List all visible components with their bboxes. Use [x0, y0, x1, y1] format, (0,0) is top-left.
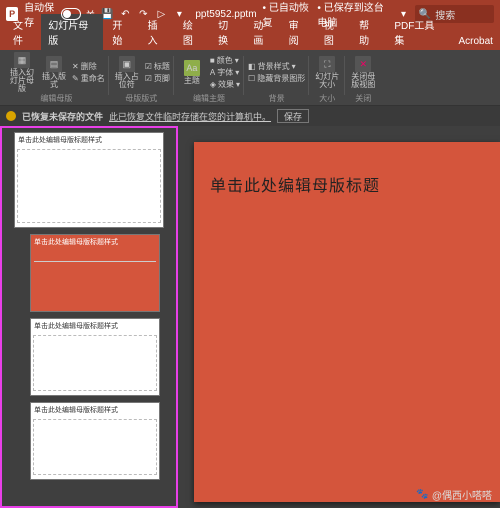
- paw-icon: 🐾: [416, 489, 428, 500]
- title-checkbox[interactable]: ☑标题: [145, 61, 170, 72]
- tab-insert[interactable]: 插入: [141, 14, 174, 50]
- insert-placeholder-button[interactable]: ▣ 插入占位符: [113, 56, 141, 89]
- layout-thumbnail-3[interactable]: 单击此处编辑母版标题样式: [30, 402, 160, 480]
- rename-button[interactable]: ✎重命名: [72, 73, 105, 84]
- recovery-message: 此已恢复文件临时存储在您的计算机中。: [109, 110, 271, 123]
- recovery-bar: 已恢复未保存的文件 此已恢复文件临时存储在您的计算机中。 保存: [0, 106, 500, 126]
- group-size: ⛶ 幻灯片大小 大小: [309, 52, 345, 105]
- tab-acrobat[interactable]: Acrobat: [452, 33, 500, 50]
- fonts-dropdown[interactable]: A字体 ▾: [210, 67, 240, 78]
- checkbox-icon: ☑: [145, 62, 152, 71]
- placeholder-icon: ▣: [119, 56, 135, 72]
- tab-review[interactable]: 审阅: [282, 14, 315, 50]
- footers-checkbox[interactable]: ☑页脚: [145, 73, 170, 84]
- slide-size-button[interactable]: ⛶ 幻灯片大小: [313, 56, 341, 89]
- tab-help[interactable]: 帮助: [352, 14, 385, 50]
- slide-title-placeholder[interactable]: 单击此处编辑母版标题: [210, 172, 484, 196]
- hide-bg-checkbox[interactable]: ☐隐藏背景图形: [248, 73, 305, 84]
- rename-icon: ✎: [72, 74, 79, 83]
- bg-styles-dropdown[interactable]: ◧背景样式 ▾: [248, 61, 305, 72]
- toggle-off-icon: [61, 8, 81, 20]
- watermark: 🐾 @偶西小嗒嗒: [416, 487, 492, 502]
- close-master-button[interactable]: ✕ 关闭母版视图: [349, 56, 377, 89]
- recovery-title: 已恢复未保存的文件: [22, 110, 103, 123]
- delete-button[interactable]: ✕删除: [72, 61, 105, 72]
- thumbnail-pane[interactable]: 单击此处编辑母版标题样式 单击此处编辑母版标题样式 单击此处编辑母版标题样式 单…: [0, 126, 178, 508]
- master-thumbnail[interactable]: 单击此处编辑母版标题样式: [14, 132, 164, 228]
- fonts-icon: A: [210, 68, 215, 77]
- thumb-placeholder: [33, 335, 157, 391]
- tab-file[interactable]: 文件: [6, 14, 39, 50]
- insert-layout-icon: ▤: [46, 56, 62, 72]
- thumb-placeholder: [33, 419, 157, 475]
- group-edit-theme: Aa 主题 ■颜色 ▾ A字体 ▾ ◈效果 ▾ 编辑主题: [174, 52, 244, 105]
- effects-dropdown[interactable]: ◈效果 ▾: [210, 79, 240, 90]
- insert-master-icon: ▦: [14, 52, 30, 68]
- group-label-edit-master: 编辑母版: [40, 93, 72, 105]
- colors-icon: ■: [210, 56, 215, 65]
- group-label-close: 关闭: [355, 93, 371, 105]
- layout-thumbnail-2[interactable]: 单击此处编辑母版标题样式: [30, 318, 160, 396]
- colors-dropdown[interactable]: ■颜色 ▾: [210, 55, 240, 66]
- tab-animations[interactable]: 动画: [246, 14, 279, 50]
- slide-size-icon: ⛶: [319, 56, 335, 72]
- group-background: ◧背景样式 ▾ ☐隐藏背景图形 背景: [244, 52, 309, 105]
- tab-transitions[interactable]: 切换: [211, 14, 244, 50]
- tab-pdf-tools[interactable]: PDF工具集: [387, 14, 449, 50]
- effects-icon: ◈: [210, 80, 216, 89]
- workspace: 单击此处编辑母版标题样式 单击此处编辑母版标题样式 单击此处编辑母版标题样式 单…: [0, 126, 500, 508]
- thumb-divider: [34, 261, 156, 262]
- bg-styles-icon: ◧: [248, 62, 256, 71]
- tab-view[interactable]: 视图: [317, 14, 350, 50]
- group-label-size: 大小: [319, 93, 335, 105]
- delete-icon: ✕: [72, 62, 79, 71]
- group-master-layout: ▣ 插入占位符 ☑标题 ☑页脚 母版版式: [109, 52, 174, 105]
- layout-thumbnail-1[interactable]: 单击此处编辑母版标题样式: [30, 234, 160, 312]
- insert-slide-master-button[interactable]: ▦ 插入幻灯片母版: [8, 52, 36, 93]
- ribbon: ▦ 插入幻灯片母版 ▤ 插入版式 ✕删除 ✎重命名 编辑母版 ▣ 插入占位符 ☑…: [0, 50, 500, 106]
- watermark-author: @偶西小嗒嗒: [432, 487, 492, 502]
- group-label-background: 背景: [269, 93, 285, 105]
- tab-home[interactable]: 开始: [105, 14, 138, 50]
- group-close: ✕ 关闭母版视图 关闭: [345, 52, 381, 105]
- insert-layout-button[interactable]: ▤ 插入版式: [40, 56, 68, 89]
- theme-icon: Aa: [184, 60, 200, 76]
- checkbox-icon: ☑: [145, 74, 152, 83]
- checkbox-empty-icon: ☐: [248, 74, 255, 83]
- thumb-placeholder: [17, 149, 161, 223]
- warning-icon: [6, 111, 16, 121]
- tab-draw[interactable]: 绘图: [176, 14, 209, 50]
- slide-editor[interactable]: 单击此处编辑母版标题: [178, 126, 500, 508]
- group-label-master-layout: 母版版式: [125, 93, 157, 105]
- group-edit-master: ▦ 插入幻灯片母版 ▤ 插入版式 ✕删除 ✎重命名 编辑母版: [4, 52, 109, 105]
- ribbon-tabs: 文件 幻灯片母版 开始 插入 绘图 切换 动画 审阅 视图 帮助 PDF工具集 …: [0, 28, 500, 50]
- close-icon: ✕: [355, 56, 371, 72]
- group-label-edit-theme: 编辑主题: [193, 93, 225, 105]
- recovery-save-button[interactable]: 保存: [277, 109, 309, 123]
- slide-canvas[interactable]: 单击此处编辑母版标题: [194, 142, 500, 502]
- theme-button[interactable]: Aa 主题: [178, 60, 206, 85]
